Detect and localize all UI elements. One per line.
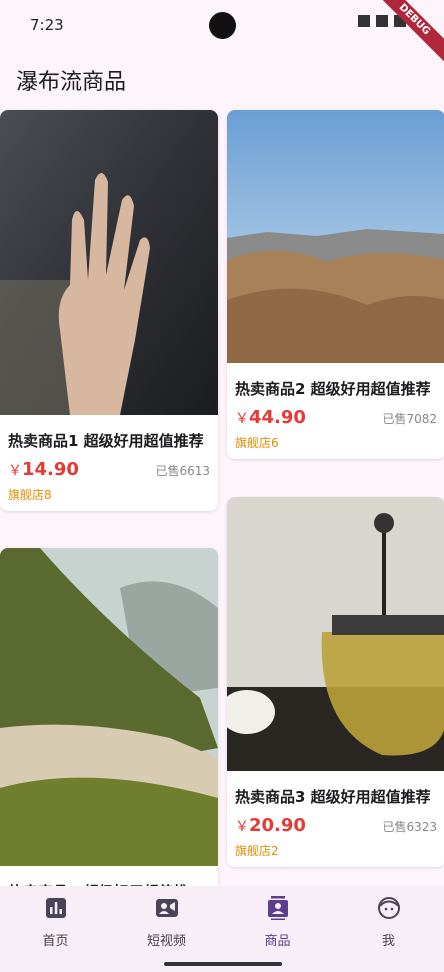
face-icon bbox=[377, 897, 400, 919]
nav-label-products: 商品 bbox=[264, 934, 291, 949]
sold-count: 已售6323 bbox=[382, 820, 437, 834]
signal-icon bbox=[376, 15, 388, 27]
currency-symbol: ￥ bbox=[8, 463, 22, 479]
nav-item-products[interactable]: 商品 bbox=[222, 896, 333, 949]
product-card-3[interactable]: 热卖商品3 超级好用超值推荐 ￥20.90 已售6323 旗舰店2 bbox=[227, 497, 444, 867]
debug-banner: DEBUG bbox=[365, 0, 444, 69]
nav-item-me[interactable]: 我 bbox=[333, 896, 444, 949]
product-image-4 bbox=[0, 548, 218, 866]
product-image-3 bbox=[227, 497, 444, 771]
shop-name: 旗舰店6 bbox=[235, 436, 279, 450]
home-indicator[interactable] bbox=[164, 962, 282, 966]
price-row: ￥14.90 已售6613 bbox=[8, 459, 210, 480]
product-card-4[interactable]: 热卖商品4 超级好用超值推 bbox=[0, 548, 218, 908]
nav-label-me: 我 bbox=[381, 934, 395, 949]
sold-count: 已售7082 bbox=[382, 412, 437, 426]
camera-cutout bbox=[209, 12, 236, 39]
product-image-2 bbox=[227, 110, 444, 363]
page-title: 瀑布流商品 bbox=[16, 70, 127, 95]
wifi-icon bbox=[358, 15, 370, 27]
nav-item-short-video[interactable]: 短视频 bbox=[111, 896, 222, 949]
product-title: 热卖商品1 超级好用超值推荐 bbox=[8, 432, 204, 450]
product-price: 20.90 bbox=[249, 815, 306, 836]
video-contact-icon bbox=[155, 899, 178, 917]
status-time: 7:23 bbox=[30, 16, 64, 34]
product-price: 44.90 bbox=[249, 407, 306, 428]
product-title: 热卖商品2 超级好用超值推荐 bbox=[235, 380, 431, 398]
sold-count: 已售6613 bbox=[155, 464, 210, 478]
nav-item-home[interactable]: 首页 bbox=[0, 896, 111, 949]
price-row: ￥20.90 已售6323 bbox=[235, 815, 437, 836]
bottom-navigation: 首页 短视频 商品 我 bbox=[0, 886, 444, 972]
shop-name: 旗舰店2 bbox=[235, 844, 279, 858]
product-title: 热卖商品3 超级好用超值推荐 bbox=[235, 788, 431, 806]
product-card-2[interactable]: 热卖商品2 超级好用超值推荐 ￥44.90 已售7082 旗舰店6 bbox=[227, 110, 444, 459]
product-badge-icon bbox=[267, 896, 288, 920]
bar-chart-icon bbox=[45, 898, 66, 918]
product-image-1 bbox=[0, 110, 218, 415]
price-row: ￥44.90 已售7082 bbox=[235, 407, 437, 428]
product-price: 14.90 bbox=[22, 459, 79, 480]
product-card-1[interactable]: 热卖商品1 超级好用超值推荐 ￥14.90 已售6613 旗舰店8 bbox=[0, 110, 218, 511]
nav-label-short-video: 短视频 bbox=[146, 934, 186, 949]
currency-symbol: ￥ bbox=[235, 411, 249, 427]
status-bar: 7:23 DEBUG bbox=[0, 0, 444, 69]
shop-name: 旗舰店8 bbox=[8, 488, 52, 502]
nav-label-home: 首页 bbox=[42, 934, 69, 949]
currency-symbol: ￥ bbox=[235, 819, 249, 835]
